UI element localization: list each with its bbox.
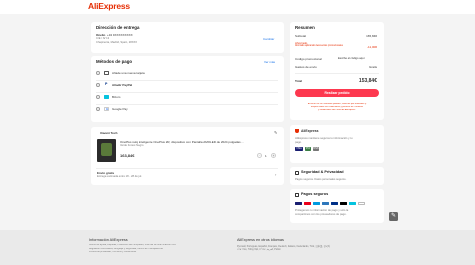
divider: [96, 104, 278, 105]
visa-logo-icon: [295, 202, 302, 206]
product-thumbnail[interactable]: [97, 139, 116, 162]
summary-title: Resumen: [295, 25, 315, 30]
product-title[interactable]: OnePlus reloj inteligente OnePlus 2R, di…: [120, 140, 244, 144]
order-summary-card: Resumen Subtotal 165,84€ Ahorrado Ahorra…: [290, 22, 384, 120]
address-street: C/E / N/ 13: [96, 37, 110, 40]
store-name[interactable]: Xiaomi Tech: [100, 131, 117, 135]
payment-option-label: Añade una nueva tarjeta: [112, 71, 145, 75]
payment-option-new-card[interactable]: Añade una nueva tarjeta: [96, 70, 276, 78]
protection-text: pago.: [295, 140, 302, 144]
bizum-icon: [104, 95, 109, 99]
payment-option-label: Bizum: [112, 95, 121, 99]
radio-google-pay[interactable]: [96, 107, 100, 111]
footer: Información AliExpress Centro de ayuda, …: [0, 230, 475, 265]
paypal-logo-icon: [331, 202, 338, 206]
feedback-button[interactable]: ✎: [389, 212, 398, 221]
maestro-logo-icon: [313, 202, 320, 206]
edit-icon: ✎: [391, 213, 397, 219]
terms-line[interactable]: aceptas todas las condiciones y política…: [295, 106, 379, 108]
terms-line[interactable]: y condiciones del Portal de AliExpress.: [295, 109, 379, 111]
recipient-phone: +34 9XXXXXXXXX: [107, 33, 133, 37]
aliexpress-logo[interactable]: AliExpress: [88, 1, 130, 11]
change-address-link[interactable]: Cambiar: [263, 37, 274, 41]
divider: [96, 92, 278, 93]
security-text: Pagos seguros. Datos personales seguros.: [295, 177, 347, 181]
total-value: 153,84€: [358, 77, 377, 84]
shipping-title: Dirección de entrega: [96, 25, 140, 30]
footer-left-links[interactable]: Política de privacidad, Términos y condi…: [89, 251, 227, 253]
payment-title: Métodos de pago: [96, 59, 133, 64]
google-pay-icon: G: [104, 107, 109, 112]
footer-left-title: Información AliExpress: [89, 238, 128, 242]
decrease-button[interactable]: −: [257, 153, 262, 158]
payment-option-paypal[interactable]: P Añadir PayPal: [96, 82, 276, 90]
top-bar: AliExpress: [0, 0, 475, 14]
secure-payment-icon: [295, 192, 299, 197]
radio-bizum[interactable]: [96, 95, 100, 99]
buyer-protection-card: AliExpress AliExpress mantiene seguros t…: [290, 125, 384, 163]
footer-language-links[interactable]: ภาษาไทย, Tiếng Việt, العربية, עברית, Pol…: [237, 248, 385, 252]
secure-payments-text: compartimos con los proveedores de pago.: [295, 212, 347, 216]
googlepay-logo-icon: [358, 202, 365, 206]
applepay-logo-icon: [340, 202, 347, 206]
see-all-payments-link[interactable]: Ver más: [264, 60, 275, 64]
card-icon: [104, 71, 109, 75]
shipping-address-card: Dirección de entrega Onelio +34 9XXXXXXX…: [91, 22, 284, 53]
radio-paypal[interactable]: [96, 83, 100, 87]
shipping-fee-value: Gratis: [368, 65, 377, 69]
subtotal-value: 165,84€: [366, 34, 377, 38]
secure-payments-card: Pagos seguros Protegemos tu información …: [290, 189, 384, 223]
chevron-right-icon[interactable]: ›: [275, 172, 276, 177]
shield-icon: [295, 128, 299, 133]
payment-option-label: Añadir PayPal: [112, 83, 133, 87]
payment-methods-card: Métodos de pago Ver más Añade una nueva …: [91, 56, 284, 122]
paypal-icon: P: [104, 82, 109, 87]
payment-option-label: Google Pay: [112, 107, 128, 111]
shipping-fee-label: Gastos de envío: [295, 65, 317, 69]
quantity-value[interactable]: 1: [265, 154, 267, 158]
edit-icon[interactable]: ✎: [274, 130, 277, 135]
increase-button[interactable]: +: [271, 153, 276, 158]
amex-logo-icon: [322, 202, 329, 206]
divider: [96, 80, 278, 81]
dss-badge: DSS: [313, 147, 319, 151]
divider: [96, 168, 278, 169]
divider: [295, 73, 379, 74]
place-order-button[interactable]: Realizar pedido: [295, 89, 379, 97]
security-title: Seguridad & Privacidad: [301, 169, 344, 174]
footer-left-links[interactable]: Regulación Informativa, Lenguaje y Segur…: [89, 248, 227, 250]
discount-note: Ahorrado aplicando descuentos promociona…: [295, 45, 343, 47]
bizum-logo-icon: [349, 202, 356, 206]
order-item-card: Xiaomi Tech ✎ OnePlus reloj inteligente …: [91, 127, 284, 185]
secure-payments-title: Pagos seguros: [301, 191, 329, 196]
mastercard-logo-icon: [304, 202, 311, 206]
discount-value: -11,00€: [367, 45, 377, 49]
pci-badge: PCI: [305, 147, 311, 151]
protection-text: AliExpress mantiene seguros tu informaci…: [295, 137, 353, 140]
quantity-stepper[interactable]: − 1 +: [257, 153, 277, 158]
product-variant: Verde Forest Negro: [120, 144, 144, 147]
payment-option-google-pay[interactable]: G Google Pay: [96, 106, 276, 114]
product-price: 163,84€: [120, 153, 135, 158]
promo-code-input[interactable]: Escribe el código aquí: [338, 57, 364, 60]
security-privacy-card[interactable]: Seguridad & Privacidad Pagos seguros. Da…: [290, 167, 384, 185]
subtotal-label: Subtotal: [295, 34, 307, 38]
address-city: Chapinería, Madrid, Spain, 28XXX: [96, 41, 138, 44]
payment-option-bizum[interactable]: Bizum: [96, 94, 276, 102]
visa-badge: VISA: [295, 147, 303, 151]
footer-left-links[interactable]: Centro de ayuda, Disputas, Protección de…: [89, 244, 227, 246]
protection-brand: AliExpress: [301, 128, 319, 133]
lock-icon: [295, 170, 299, 175]
watch-face-icon: [101, 143, 112, 156]
delivery-estimate: Entrega estimada entre 18 - 28 de jul.: [97, 175, 142, 178]
promo-code-label: Código promocional: [295, 57, 322, 61]
footer-right-title: AliExpress en otros idiomas: [237, 238, 284, 242]
total-label: Total: [295, 79, 302, 83]
terms-line: Al hacer clic en «Realizar pedido», veri…: [307, 103, 367, 105]
radio-new-card[interactable]: [96, 71, 100, 75]
